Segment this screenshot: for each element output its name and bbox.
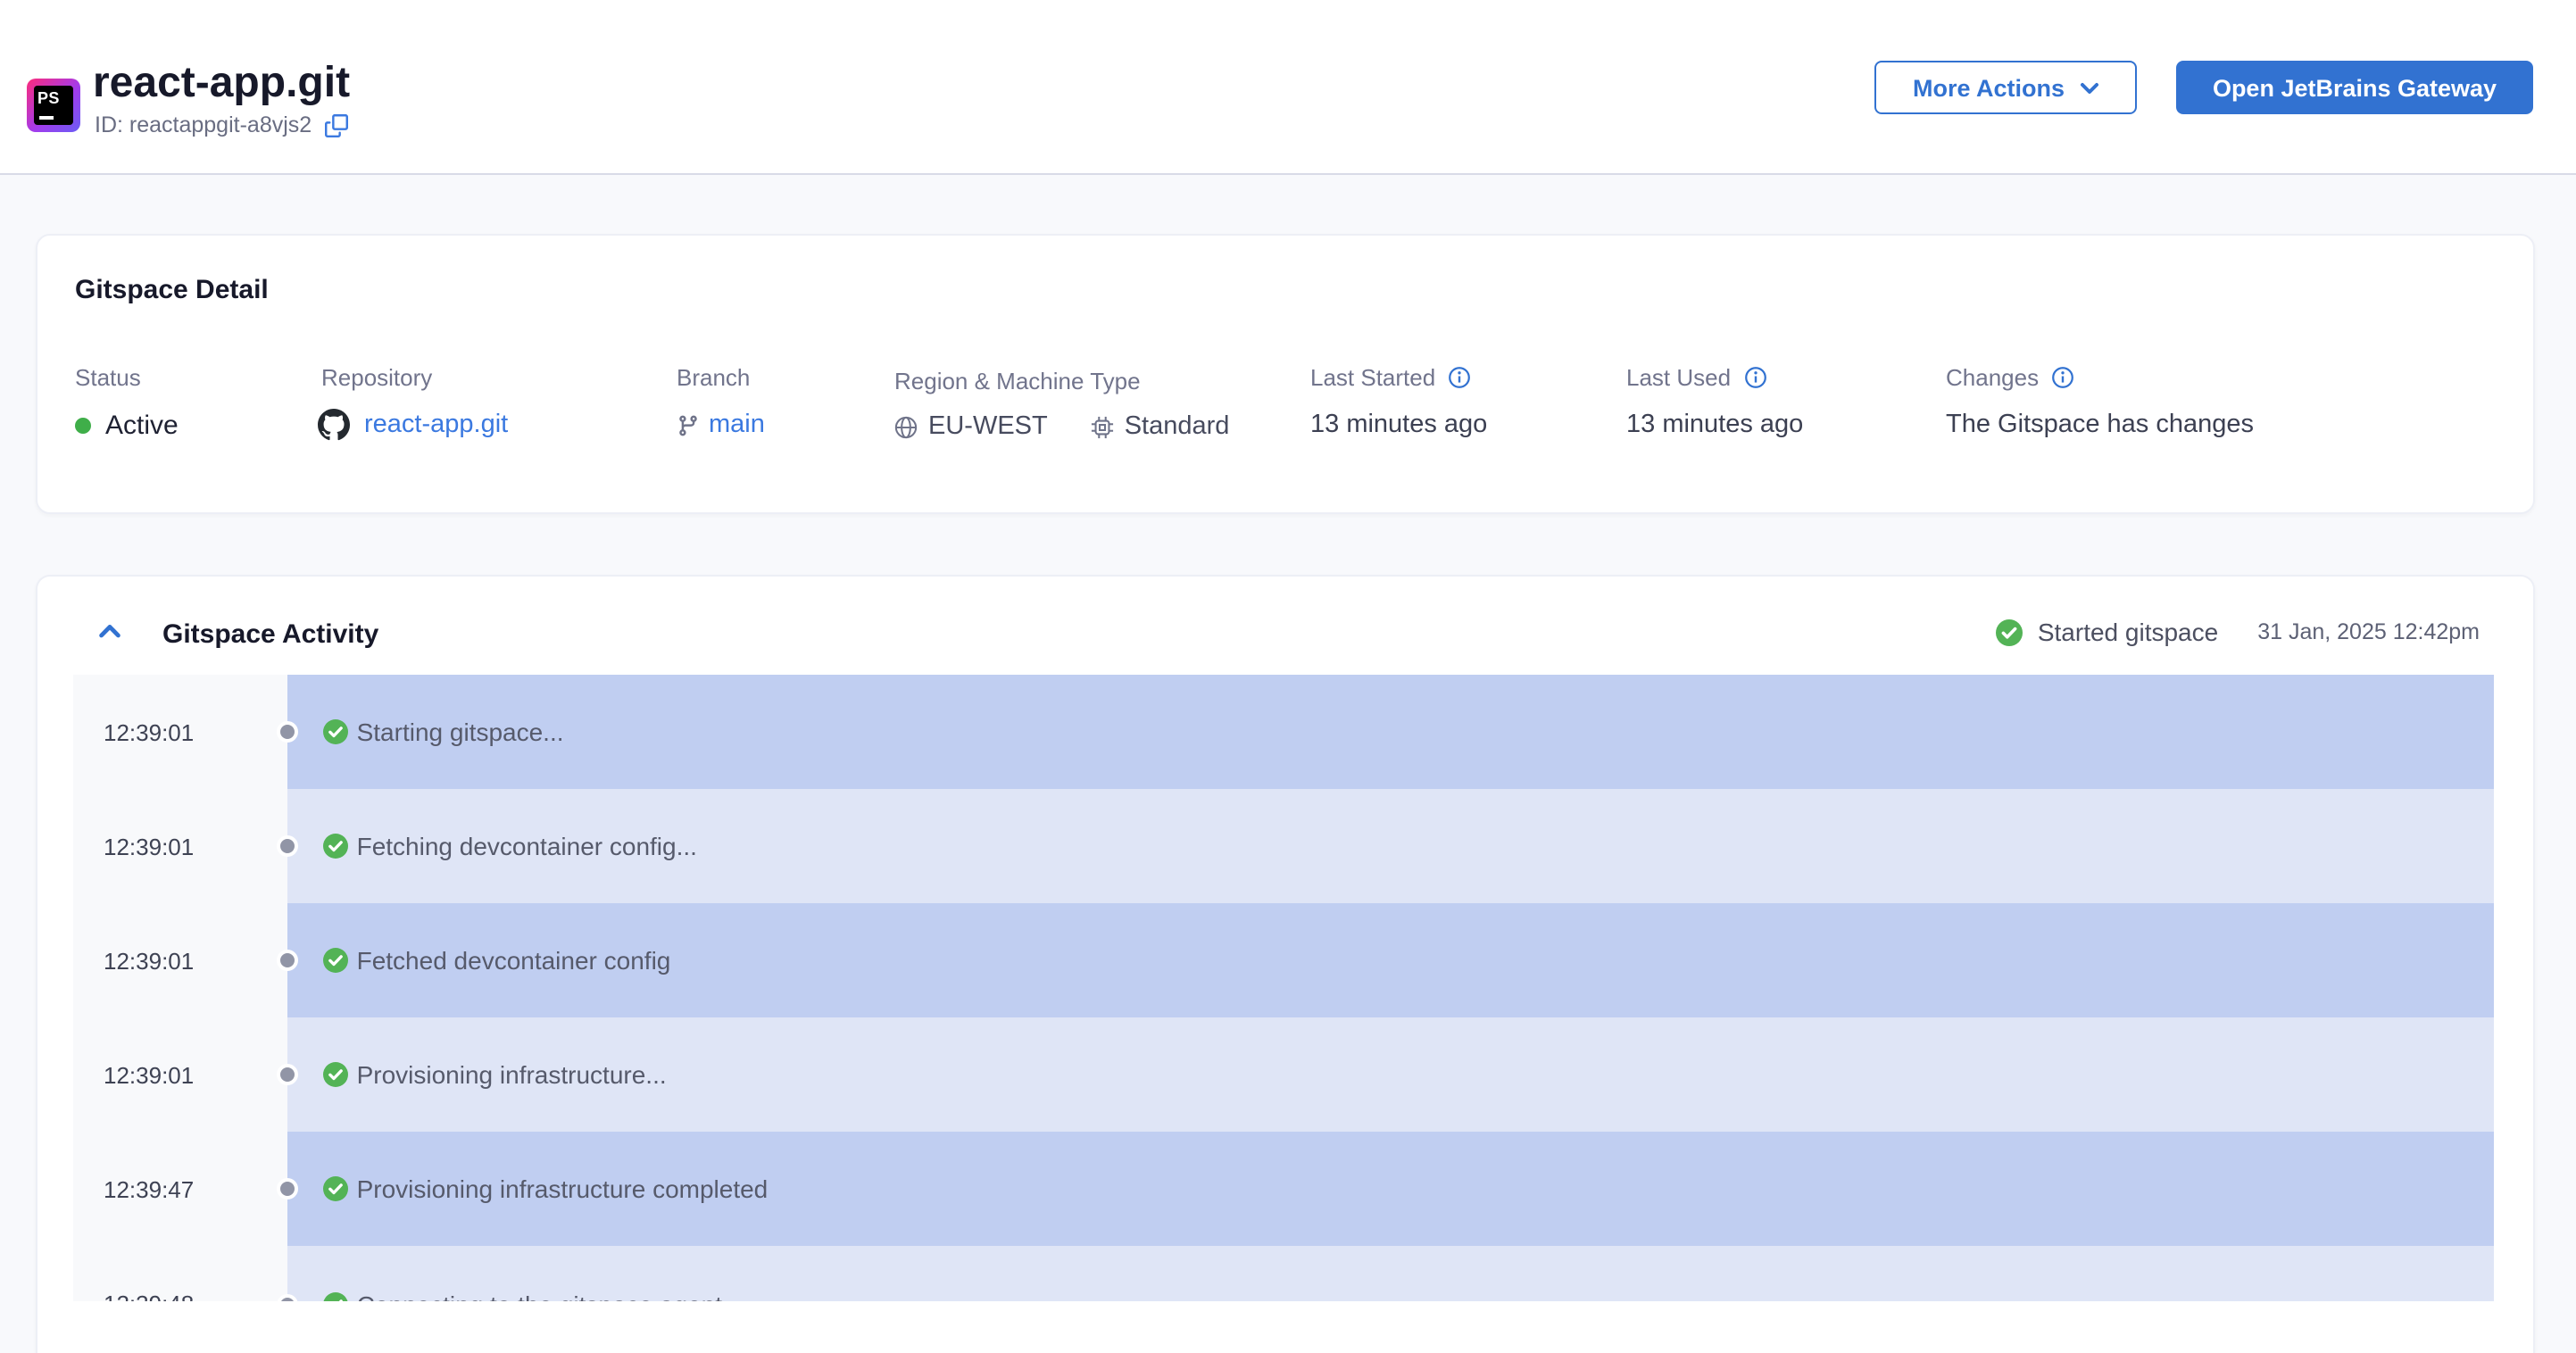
repository-label: Repository [321, 363, 433, 390]
log-time: 12:39:48 [73, 1246, 287, 1300]
repository-link[interactable]: react-app.git [364, 411, 508, 439]
region-machine-label: Region & Machine Type [894, 367, 1141, 394]
step-success-check-icon [322, 834, 348, 859]
status-label: Status [75, 363, 141, 390]
timeline-dot-icon [276, 835, 298, 858]
log-row[interactable]: 12:39:01 Provisioning infrastructure... [73, 1017, 2493, 1133]
gitspace-id-label: ID: reactappgit-a8vjs2 [95, 112, 312, 137]
activity-header: Gitspace Activity Started gitspace 31 Ja… [37, 577, 2533, 675]
log-message: Starting gitspace... [356, 718, 564, 747]
log-message: Fetching devcontainer config... [356, 832, 697, 861]
info-icon[interactable] [2051, 365, 2074, 388]
log-time: 12:39:01 [73, 903, 287, 1018]
field-changes: Changes The Gitspace has changes [1946, 362, 2254, 443]
last-started-label: Last Started [1310, 363, 1436, 390]
collapse-chevron-up-icon[interactable] [98, 623, 121, 639]
copy-id-icon[interactable] [324, 113, 348, 137]
changes-label: Changes [1946, 363, 2040, 390]
activity-title: Gitspace Activity [162, 619, 379, 650]
gitspace-activity-card: Gitspace Activity Started gitspace 31 Ja… [36, 575, 2535, 1353]
machine-type-chip-icon [1091, 415, 1114, 438]
log-row[interactable]: 12:39:01 Fetching devcontainer config... [73, 789, 2493, 904]
changes-value: The Gitspace has changes [1946, 411, 2254, 439]
step-success-check-icon [322, 948, 348, 974]
status-active-dot [75, 417, 91, 433]
page-header: PS react-app.git ID: reactappgit-a8vjs2 … [0, 0, 2576, 175]
open-jetbrains-gateway-button[interactable]: Open JetBrains Gateway [2176, 61, 2533, 114]
git-branch-icon [677, 413, 700, 436]
log-message: Provisioning infrastructure completed [356, 1175, 769, 1204]
field-repository: Repository react-app.git [318, 362, 508, 443]
success-check-icon [1996, 618, 2023, 645]
step-success-check-icon [323, 1291, 348, 1300]
info-icon[interactable] [1743, 365, 1766, 388]
machine-type-value: Standard [1124, 412, 1230, 441]
field-region-machine: Region & Machine Type EU-WEST Standard [894, 366, 1229, 444]
log-time: 12:39:01 [73, 675, 287, 790]
timeline-dot-icon [276, 1064, 298, 1086]
activity-status-text: Started gitspace [2037, 618, 2219, 646]
timeline-dot-icon [276, 950, 298, 972]
log-message: Provisioning infrastructure... [356, 1060, 667, 1090]
logo-text: PS [37, 89, 60, 107]
log-message: Fetched devcontainer config [356, 946, 671, 975]
field-branch: Branch main [677, 362, 765, 443]
timeline-dot-icon [276, 721, 298, 743]
detail-card-title: Gitspace Detail [75, 275, 269, 305]
globe-icon [894, 415, 918, 438]
region-value: EU-WEST [928, 412, 1048, 441]
log-time: 12:39:01 [73, 1017, 287, 1133]
gitspace-detail-card: Gitspace Detail Status Active Repository… [36, 234, 2535, 514]
log-row[interactable]: 12:39:01 Fetched devcontainer config [73, 903, 2493, 1018]
field-last-used: Last Used 13 minutes ago [1626, 362, 1803, 443]
field-status: Status Active [75, 362, 179, 443]
github-icon [318, 409, 350, 441]
page-title: react-app.git [93, 59, 351, 107]
info-icon[interactable] [1448, 365, 1471, 388]
step-success-check-icon [322, 1062, 348, 1088]
step-success-check-icon [322, 1176, 348, 1202]
phpstorm-logo-icon: PS [27, 79, 80, 132]
log-row[interactable]: 12:39:48 Connecting to the gitspace agen… [73, 1246, 2493, 1300]
log-row[interactable]: 12:39:47 Provisioning infrastructure com… [73, 1132, 2493, 1247]
step-success-check-icon [322, 719, 348, 745]
log-time: 12:39:01 [73, 789, 287, 904]
more-actions-button[interactable]: More Actions [1874, 61, 2137, 114]
field-last-started: Last Started 13 minutes ago [1310, 362, 1487, 443]
log-time: 12:39:47 [73, 1132, 287, 1247]
chevron-down-icon [2079, 81, 2098, 94]
more-actions-label: More Actions [1912, 74, 2065, 101]
status-value: Active [105, 410, 179, 440]
branch-link[interactable]: main [709, 411, 765, 439]
gitspace-detail-page: PS react-app.git ID: reactappgit-a8vjs2 … [0, 0, 2576, 1353]
branch-label: Branch [677, 363, 751, 390]
last-used-label: Last Used [1626, 363, 1732, 390]
last-started-value: 13 minutes ago [1310, 411, 1488, 439]
last-used-value: 13 minutes ago [1626, 411, 1804, 439]
activity-log: 12:39:01 Starting gitspace... 12:39:01 F… [73, 675, 2493, 1300]
log-message: Connecting to the gitspace agent... [357, 1290, 744, 1300]
log-row[interactable]: 12:39:01 Starting gitspace... [73, 675, 2493, 790]
activity-timestamp: 31 Jan, 2025 12:42pm [2257, 619, 2480, 644]
